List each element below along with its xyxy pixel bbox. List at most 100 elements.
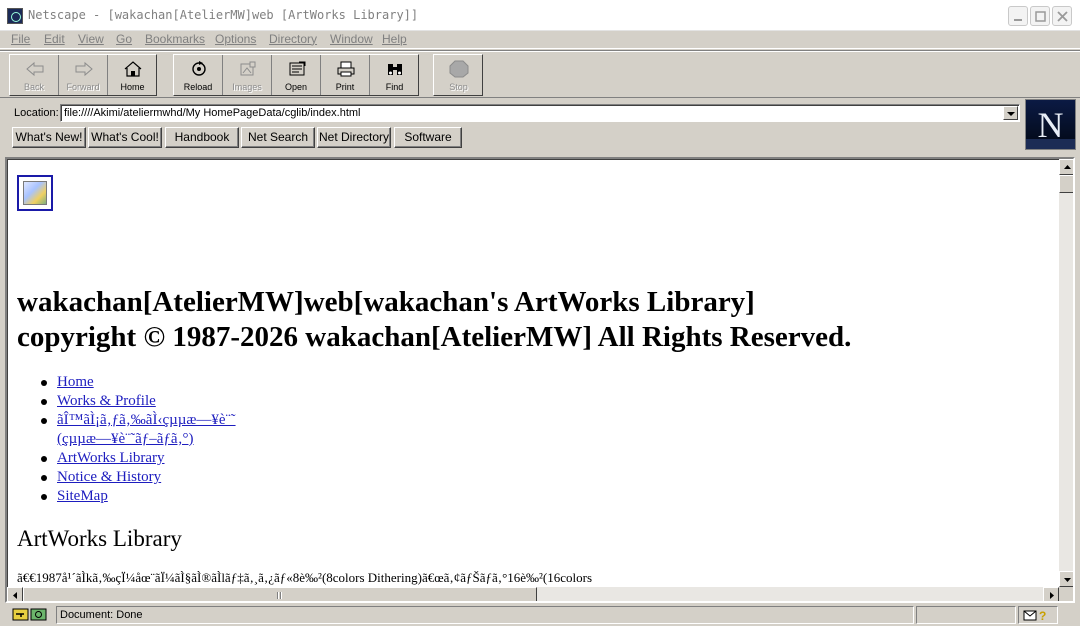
back-button[interactable]: Back	[10, 55, 59, 95]
nav-list: Home Works & Profile ãÎ™ãÌ¡ã‚ƒã‚‰ãÌ‹çµµæ…	[37, 373, 236, 506]
horizontal-scroll-thumb[interactable]	[23, 587, 537, 601]
arrow-down-icon	[1064, 578, 1071, 582]
software-button[interactable]: Software	[394, 127, 462, 148]
nav-link-sitemap[interactable]: SiteMap	[57, 488, 108, 504]
stop-button-group: Stop	[433, 54, 483, 96]
menu-bookmarks[interactable]: Bookmarks	[145, 32, 205, 46]
menu-window[interactable]: Window	[330, 32, 373, 46]
title-bar: Netscape - [wakachan[AtelierMW]web [ArtW…	[0, 0, 1080, 31]
net-directory-button[interactable]: Net Directory	[317, 127, 391, 148]
scroll-right-button[interactable]	[1043, 587, 1059, 601]
handbook-button[interactable]: Handbook	[165, 127, 239, 148]
list-item: ArtWorks Library	[37, 449, 236, 468]
menu-file[interactable]: File	[11, 32, 30, 46]
print-button[interactable]: Print	[321, 55, 370, 95]
nav-link-home[interactable]: Home	[57, 374, 94, 390]
binoculars-icon	[388, 64, 402, 75]
progress-cell	[916, 606, 1016, 624]
window-title: Netscape - [wakachan[AtelierMW]web [ArtW…	[28, 8, 419, 22]
maximize-button[interactable]	[1030, 6, 1050, 26]
nav-button-group: Back Forward Home	[9, 54, 157, 96]
find-button[interactable]: Find	[370, 55, 419, 95]
maximize-icon	[1035, 11, 1046, 22]
status-bar: Document: Done ?	[0, 604, 1080, 626]
minimize-button[interactable]	[1008, 6, 1028, 26]
open-icon	[289, 61, 306, 76]
reload-icon	[192, 61, 206, 76]
location-bar: Location: file:////Akimi/ateliermwhd/My …	[0, 99, 1024, 125]
location-input[interactable]: file:////Akimi/ateliermwhd/My HomePageDa…	[60, 104, 1020, 122]
page-heading-line2: copyright © 1987-2026 wakachan[AtelierMW…	[17, 321, 852, 353]
netscape-logo-letter: N	[1037, 105, 1064, 145]
list-item: Works & Profile	[37, 392, 236, 411]
menu-go[interactable]: Go	[116, 32, 132, 46]
nav-link-artworks-library[interactable]: ArtWorks Library	[57, 450, 165, 466]
images-icon	[240, 61, 256, 76]
menu-directory[interactable]: Directory	[269, 32, 317, 46]
status-text: Document: Done	[60, 609, 143, 621]
toolbar: Back Forward Home Reload Images Open Pri…	[0, 50, 1080, 98]
menu-help[interactable]: Help	[382, 32, 407, 46]
minimize-icon	[1014, 19, 1022, 21]
scroll-down-button[interactable]	[1059, 571, 1073, 587]
list-item: Home	[37, 373, 236, 392]
open-button[interactable]: Open	[272, 55, 321, 95]
back-arrow-icon	[26, 61, 44, 77]
mail-cell: ?	[1018, 606, 1058, 624]
close-icon	[1057, 11, 1068, 22]
menu-bar: File Edit View Go Bookmarks Options Dire…	[0, 31, 1080, 49]
arrow-left-icon	[13, 592, 17, 599]
net-search-button[interactable]: Net Search	[241, 127, 315, 148]
nav-link-diary[interactable]: ãÎ™ãÌ¡ã‚ƒã‚‰ãÌ‹çµµæ—¥è¨˜ (çµµæ—¥è¨˜ãƒ–ãƒ­…	[57, 412, 236, 447]
home-button[interactable]: Home	[108, 55, 157, 95]
reload-button[interactable]: Reload	[174, 55, 223, 95]
directory-bar: What's New! What's Cool! Handbook Net Se…	[0, 126, 1024, 150]
list-item: Notice & History	[37, 468, 236, 487]
location-dropdown-button[interactable]	[1003, 106, 1018, 120]
intro-paragraph: ã€€1987å¹´ãÌkã‚‰çÏ¼åœ¨ãÏ¼ãÌ§ãÌ®ãÌlãƒ‡ã‚¸…	[17, 570, 593, 585]
security-status[interactable]	[12, 607, 48, 622]
printer-icon	[337, 61, 355, 77]
nav-link-notice-history[interactable]: Notice & History	[57, 469, 161, 485]
whats-new-button[interactable]: What's New!	[12, 127, 86, 148]
security-key-icon	[12, 608, 47, 621]
page-button-group: Reload Images Open Print Find	[173, 54, 419, 96]
scrollbar-corner	[1059, 587, 1073, 601]
arrow-up-icon	[1064, 165, 1071, 169]
status-text-cell	[56, 606, 914, 624]
page-heading: wakachan[AtelierMW]web[wakachan's ArtWor…	[17, 285, 1057, 355]
scroll-grip	[277, 592, 283, 599]
location-label: Location:	[14, 107, 59, 119]
list-item: SiteMap	[37, 487, 236, 506]
content-viewport: wakachan[AtelierMW]web[wakachan's ArtWor…	[5, 157, 1075, 603]
page-heading-line1: wakachan[AtelierMW]web[wakachan's ArtWor…	[17, 286, 755, 318]
section-title: ArtWorks Library	[17, 526, 182, 551]
home-icon	[124, 61, 142, 77]
page-content: wakachan[AtelierMW]web[wakachan's ArtWor…	[7, 159, 1059, 587]
forward-arrow-icon	[75, 61, 93, 77]
site-logo-image[interactable]	[17, 175, 53, 211]
list-item: ãÎ™ãÌ¡ã‚ƒã‚‰ãÌ‹çµµæ—¥è¨˜ (çµµæ—¥è¨˜ãƒ–ãƒ­…	[37, 411, 236, 449]
menu-options[interactable]: Options	[215, 32, 256, 46]
forward-button[interactable]: Forward	[59, 55, 108, 95]
horizontal-scrollbar[interactable]	[7, 587, 1059, 601]
vertical-scroll-thumb[interactable]	[1059, 175, 1073, 193]
stop-button[interactable]: Stop	[434, 55, 483, 95]
netscape-logo[interactable]: N	[1025, 99, 1076, 150]
scroll-up-button[interactable]	[1059, 159, 1073, 175]
svg-text:?: ?	[1039, 609, 1046, 622]
site-logo-picture	[23, 181, 47, 205]
netscape-app-icon[interactable]	[7, 8, 23, 24]
close-button[interactable]	[1052, 6, 1072, 26]
menu-view[interactable]: View	[78, 32, 104, 46]
arrow-right-icon	[1050, 592, 1054, 599]
vertical-scrollbar[interactable]	[1059, 159, 1073, 587]
whats-cool-button[interactable]: What's Cool!	[88, 127, 162, 148]
stop-icon	[449, 60, 469, 78]
mail-icon: ?	[1023, 609, 1046, 622]
menu-edit[interactable]: Edit	[44, 32, 65, 46]
nav-link-works-profile[interactable]: Works & Profile	[57, 393, 156, 409]
images-button[interactable]: Images	[223, 55, 272, 95]
scroll-left-button[interactable]	[7, 587, 23, 601]
location-url[interactable]: file:////Akimi/ateliermwhd/My HomePageDa…	[64, 107, 361, 119]
